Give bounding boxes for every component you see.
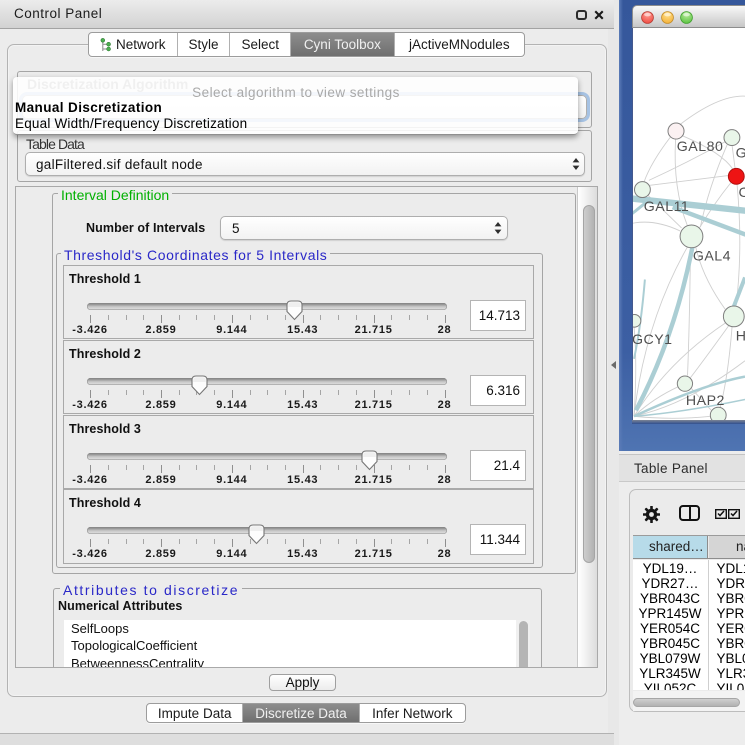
svg-text:GAL4: GAL4: [693, 249, 731, 265]
svg-text:GAL80: GAL80: [677, 139, 724, 155]
svg-text:H: H: [736, 328, 745, 344]
svg-text:GAL11: GAL11: [644, 199, 690, 215]
svg-text:HAP2: HAP2: [686, 393, 725, 409]
svg-text:GA: GA: [736, 146, 745, 162]
svg-text:C: C: [739, 185, 745, 201]
svg-text:GCY1: GCY1: [632, 332, 673, 348]
